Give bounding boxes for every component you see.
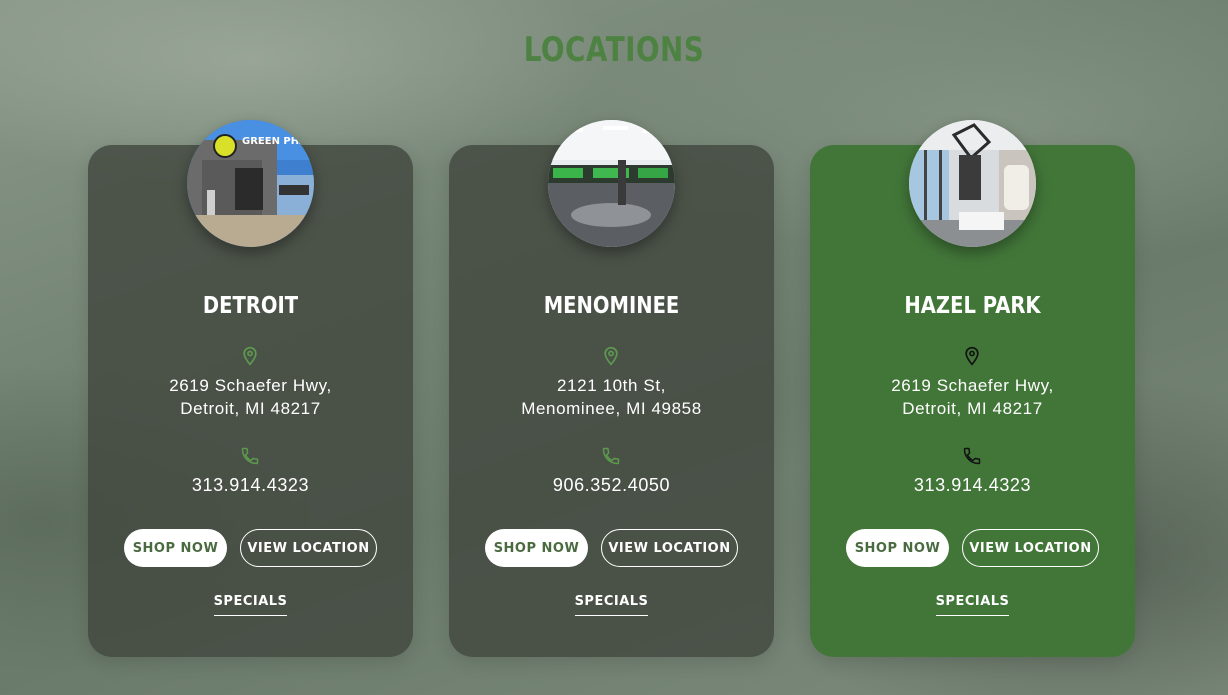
address-line-2: Detroit, MI 48217 xyxy=(180,399,321,418)
specials-container: SPECIALS xyxy=(88,592,413,616)
specials-container: SPECIALS xyxy=(449,592,774,616)
location-card-detroit: GREEN PHARM DETROIT 2619 Schaefer Hwy, D… xyxy=(88,120,413,657)
shop-now-button[interactable]: SHOP NOW xyxy=(485,529,588,567)
location-card-menominee: MENOMINEE 2121 10th St, Menominee, MI 49… xyxy=(449,120,774,657)
storefront-photo xyxy=(548,120,675,247)
address-line-2: Detroit, MI 48217 xyxy=(902,399,1043,418)
map-pin-icon xyxy=(604,346,618,366)
shop-now-button[interactable]: SHOP NOW xyxy=(124,529,227,567)
address: 2619 Schaefer Hwy, Detroit, MI 48217 xyxy=(88,374,413,420)
address: 2619 Schaefer Hwy, Detroit, MI 48217 xyxy=(810,374,1135,420)
location-card-hazel-park: HAZEL PARK 2619 Schaefer Hwy, Detroit, M… xyxy=(810,120,1135,657)
store-sign-text: GREEN PHARM xyxy=(242,136,314,147)
map-pin-icon xyxy=(243,346,257,366)
address: 2121 10th St, Menominee, MI 49858 xyxy=(449,374,774,420)
address-line-1: 2121 10th St, xyxy=(557,376,666,395)
phone-icon xyxy=(241,447,259,465)
view-location-button[interactable]: VIEW LOCATION xyxy=(962,529,1099,567)
specials-link[interactable]: SPECIALS xyxy=(935,594,1010,616)
phone-number[interactable]: 313.914.4323 xyxy=(88,475,413,496)
storefront-photo xyxy=(909,120,1036,247)
address-line-2: Menominee, MI 49858 xyxy=(521,399,702,418)
address-line-1: 2619 Schaefer Hwy, xyxy=(891,376,1054,395)
storefront-photo: GREEN PHARM xyxy=(187,120,314,247)
location-name: MENOMINEE xyxy=(543,293,680,319)
page-title: LOCATIONS xyxy=(523,30,705,70)
specials-container: SPECIALS xyxy=(810,592,1135,616)
phone-number[interactable]: 906.352.4050 xyxy=(449,475,774,496)
phone-number[interactable]: 313.914.4323 xyxy=(810,475,1135,496)
specials-link[interactable]: SPECIALS xyxy=(213,594,288,616)
view-location-button[interactable]: VIEW LOCATION xyxy=(601,529,738,567)
phone-icon xyxy=(602,447,620,465)
map-pin-icon xyxy=(965,346,979,366)
shop-now-button[interactable]: SHOP NOW xyxy=(846,529,949,567)
location-name: DETROIT xyxy=(202,293,299,319)
location-name: HAZEL PARK xyxy=(904,293,1041,319)
view-location-button[interactable]: VIEW LOCATION xyxy=(240,529,377,567)
phone-icon xyxy=(963,447,981,465)
specials-link[interactable]: SPECIALS xyxy=(574,594,649,616)
address-line-1: 2619 Schaefer Hwy, xyxy=(169,376,332,395)
